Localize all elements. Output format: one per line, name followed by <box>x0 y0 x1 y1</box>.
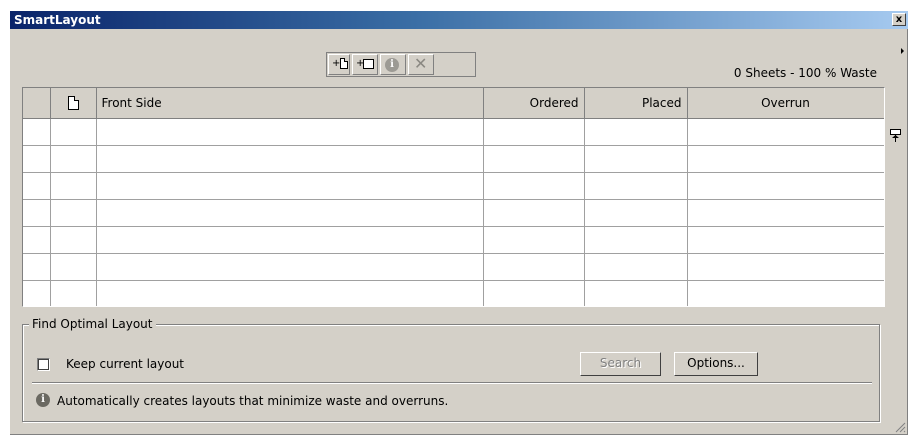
table-row[interactable] <box>23 145 884 173</box>
add-page-button[interactable]: + <box>328 54 350 75</box>
toolbar: + + i ✕ <box>328 52 434 79</box>
hint-text: Automatically creates layouts that minim… <box>57 394 449 408</box>
table-cell[interactable] <box>584 199 688 227</box>
table-cell[interactable] <box>23 199 51 227</box>
table-cell[interactable] <box>483 199 585 227</box>
table-cell[interactable] <box>23 280 51 306</box>
table-row[interactable] <box>23 199 884 227</box>
table-cell[interactable] <box>483 118 585 146</box>
title-bar[interactable]: SmartLayout x <box>10 11 908 29</box>
table-cell[interactable] <box>483 172 585 200</box>
front-side-column-header[interactable]: Front Side <box>96 88 484 119</box>
table-cell[interactable] <box>23 226 51 254</box>
layout-table: Front Side Ordered Placed Overrun <box>22 87 885 307</box>
table-cell[interactable] <box>23 145 51 173</box>
table-cell[interactable] <box>50 172 97 200</box>
table-cell[interactable] <box>584 145 688 173</box>
table-cell[interactable] <box>96 280 484 306</box>
table-cell[interactable] <box>23 253 51 281</box>
options-button[interactable]: Options... <box>674 352 758 376</box>
add-sheet-button[interactable]: + <box>352 54 378 75</box>
table-cell[interactable] <box>584 253 688 281</box>
delete-icon: ✕ <box>414 54 428 73</box>
table-cell[interactable] <box>483 145 585 173</box>
table-row[interactable] <box>23 226 884 254</box>
table-cell[interactable] <box>96 172 484 200</box>
table-row[interactable] <box>23 253 884 281</box>
keep-current-layout-checkbox[interactable] <box>37 358 50 371</box>
keep-current-layout-label[interactable]: Keep current layout <box>66 357 184 371</box>
info-icon: i <box>36 393 50 407</box>
info-icon: i <box>385 58 399 72</box>
sheets-status: 0 Sheets - 100 % Waste <box>733 66 877 80</box>
table-cell[interactable] <box>687 280 884 306</box>
table-cell[interactable] <box>584 226 688 254</box>
table-cell[interactable] <box>483 253 585 281</box>
page-icon <box>67 96 79 110</box>
group-label: Find Optimal Layout <box>29 317 156 331</box>
pin-icon[interactable] <box>890 129 901 143</box>
table-header-row: Front Side Ordered Placed Overrun <box>23 88 884 119</box>
window-title: SmartLayout <box>14 13 101 27</box>
table-cell[interactable] <box>687 145 884 173</box>
separator <box>32 382 872 384</box>
table-cell[interactable] <box>584 118 688 146</box>
table-cell[interactable] <box>50 226 97 254</box>
table-cell[interactable] <box>50 199 97 227</box>
close-icon: x <box>895 14 903 25</box>
smartlayout-panel: SmartLayout x + + i ✕ 0 Sheets - 100 % W… <box>10 11 908 435</box>
table-cell[interactable] <box>50 253 97 281</box>
panel-menu-arrow-icon[interactable] <box>901 48 904 54</box>
add-sheet-icon <box>363 59 374 69</box>
ordered-column-header[interactable]: Ordered <box>483 88 585 119</box>
table-cell[interactable] <box>50 280 97 306</box>
info-button[interactable]: i <box>380 54 406 75</box>
overrun-column-header[interactable]: Overrun <box>687 88 884 119</box>
table-body <box>23 118 884 306</box>
table-cell[interactable] <box>96 145 484 173</box>
table-cell[interactable] <box>23 172 51 200</box>
search-button[interactable]: Search <box>580 352 661 376</box>
close-button[interactable]: x <box>892 13 906 26</box>
table-cell[interactable] <box>483 226 585 254</box>
table-cell[interactable] <box>687 199 884 227</box>
table-cell[interactable] <box>687 172 884 200</box>
select-column-header[interactable] <box>23 88 51 119</box>
placed-column-header[interactable]: Placed <box>584 88 688 119</box>
table-cell[interactable] <box>96 226 484 254</box>
add-page-icon <box>340 58 348 69</box>
table-cell[interactable] <box>96 253 484 281</box>
table-cell[interactable] <box>584 280 688 306</box>
table-cell[interactable] <box>687 118 884 146</box>
table-cell[interactable] <box>584 172 688 200</box>
table-cell[interactable] <box>483 280 585 306</box>
table-row[interactable] <box>23 280 884 306</box>
table-cell[interactable] <box>687 226 884 254</box>
table-row[interactable] <box>23 118 884 146</box>
table-cell[interactable] <box>50 118 97 146</box>
table-cell[interactable] <box>50 145 97 173</box>
table-cell[interactable] <box>96 199 484 227</box>
page-column-header[interactable] <box>50 88 97 119</box>
table-cell[interactable] <box>96 118 484 146</box>
table-cell[interactable] <box>23 118 51 146</box>
table-row[interactable] <box>23 172 884 200</box>
delete-button[interactable]: ✕ <box>408 54 434 75</box>
table-cell[interactable] <box>687 253 884 281</box>
resize-grip-icon[interactable] <box>894 421 906 433</box>
